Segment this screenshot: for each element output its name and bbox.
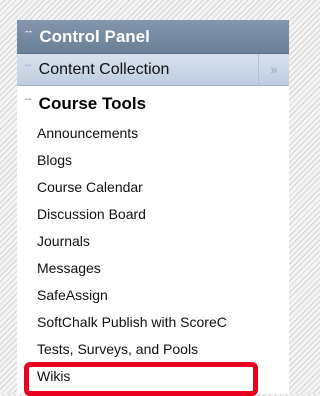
course-tool-wikis[interactable]: Wikis — [17, 363, 289, 390]
course-tool-journals[interactable]: Journals — [17, 228, 289, 255]
course-tool-softchalk[interactable]: SoftChalk Publish with ScoreC — [17, 309, 289, 336]
course-tools-header[interactable]: ˆˆ Course Tools — [17, 88, 289, 120]
content-collection-item[interactable]: ˇˇ Content Collection » — [17, 54, 289, 86]
control-panel-header[interactable]: ˆˆ Control Panel — [17, 20, 289, 54]
course-tool-announcements[interactable]: Announcements — [17, 120, 289, 147]
double-chevron-up-icon: ˆˆ — [25, 98, 32, 109]
course-tools-title: Course Tools — [38, 94, 147, 113]
course-tools-list: Announcements Blogs Course Calendar Disc… — [17, 120, 289, 390]
double-chevron-up-icon: ˆˆ — [25, 30, 33, 42]
double-chevron-down-icon: ˇˇ — [25, 63, 32, 75]
course-tool-messages[interactable]: Messages — [17, 255, 289, 282]
course-tool-discussion-board[interactable]: Discussion Board — [17, 201, 289, 228]
course-tool-safeassign[interactable]: SafeAssign — [17, 282, 289, 309]
course-tool-course-calendar[interactable]: Course Calendar — [17, 174, 289, 201]
control-panel: ˆˆ Control Panel ˇˇ Content Collection »… — [17, 20, 289, 394]
control-panel-title: Control Panel — [39, 26, 150, 46]
course-tool-tests-surveys-pools[interactable]: Tests, Surveys, and Pools — [17, 336, 289, 363]
double-chevron-right-icon[interactable]: » — [258, 54, 289, 85]
course-tool-blogs[interactable]: Blogs — [17, 147, 289, 174]
content-collection-label: Content Collection — [38, 60, 170, 78]
